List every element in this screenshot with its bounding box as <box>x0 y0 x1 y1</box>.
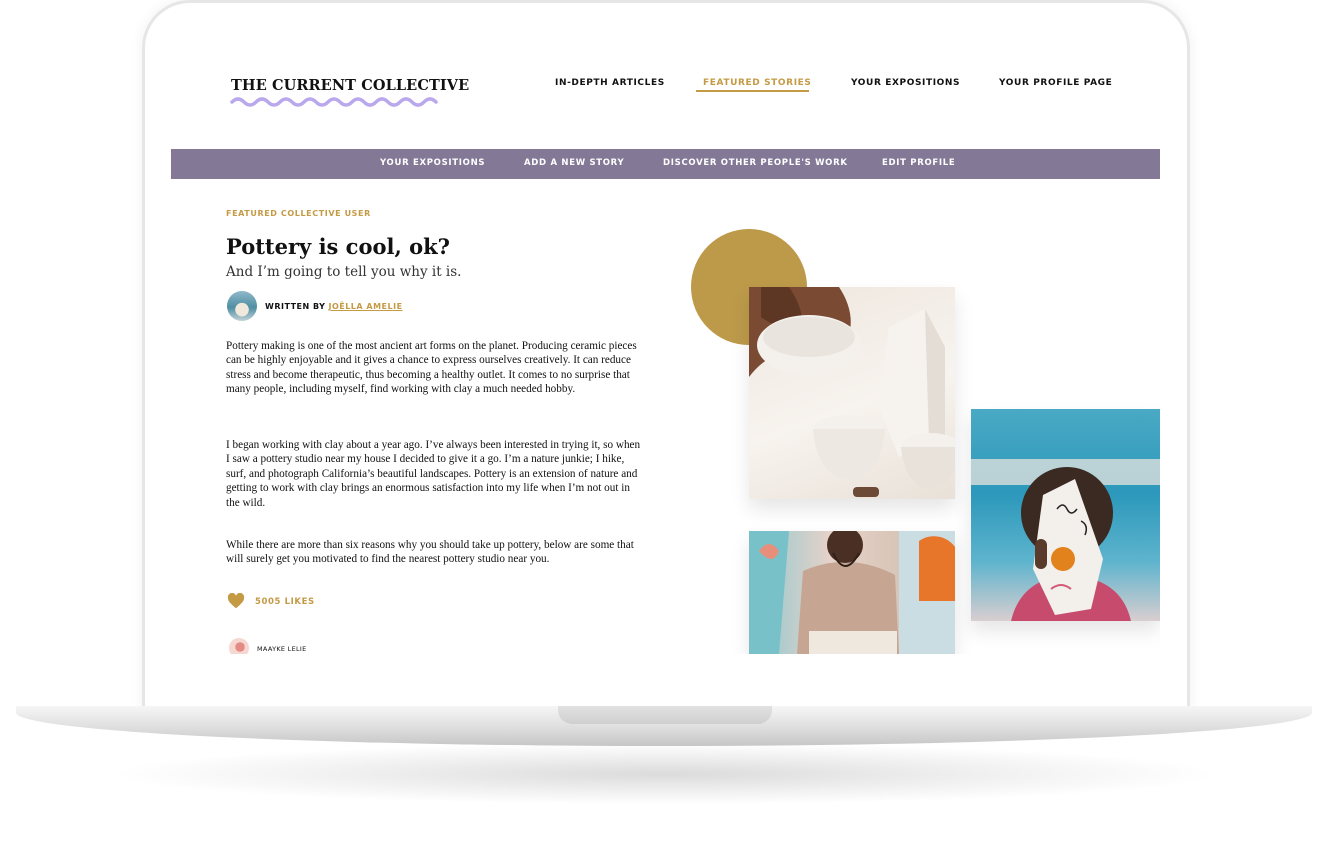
woman-with-vase-illustration <box>971 459 1160 621</box>
article-paragraph: I began working with clay about a year a… <box>226 439 641 509</box>
article-eyebrow: FEATURED COLLECTIVE USER <box>226 209 371 218</box>
subnav-your-expositions[interactable]: YOUR EXPOSITIONS <box>380 158 485 168</box>
nav-in-depth-articles[interactable]: IN-DEPTH ARTICLES <box>555 78 665 88</box>
author-name-link[interactable]: JOËLLA AMELIE <box>328 302 402 311</box>
comment-user-name[interactable]: MAAYKE LELIE <box>257 645 307 653</box>
subnav-edit-profile[interactable]: EDIT PROFILE <box>882 158 955 168</box>
screen: THE CURRENT COLLECTIVE IN-DEPTH ARTICLES… <box>171 40 1160 654</box>
photo-ceramic-bowls <box>749 287 955 499</box>
article-subtitle: And I’m going to tell you why it is. <box>226 264 462 280</box>
site-logo[interactable]: THE CURRENT COLLECTIVE <box>231 77 469 94</box>
laptop-shadow <box>120 744 1210 804</box>
subnav-discover-work[interactable]: DISCOVER OTHER PEOPLE'S WORK <box>663 158 848 168</box>
written-by-label: WRITTEN BY <box>265 302 326 311</box>
article-paragraph: Pottery making is one of the most ancien… <box>226 340 637 396</box>
author-byline: WRITTEN BY JOËLLA AMELIE <box>265 302 403 311</box>
nav-featured-stories[interactable]: FEATURED STORIES <box>703 78 811 88</box>
article-paragraph: While there are more than six reasons wh… <box>226 539 634 566</box>
heart-icon <box>227 593 245 609</box>
likes-count: 5005 LIKES <box>255 597 315 607</box>
photo-person-crafting <box>749 531 955 654</box>
nav-your-expositions[interactable]: YOUR EXPOSITIONS <box>851 78 960 88</box>
sub-nav: YOUR EXPOSITIONS ADD A NEW STORY DISCOVE… <box>171 149 1160 179</box>
photo-woman-with-vase <box>971 409 1160 621</box>
laptop-notch <box>558 706 772 724</box>
ceramic-bowls-illustration <box>749 287 955 497</box>
nav-your-profile-page[interactable]: YOUR PROFILE PAGE <box>999 78 1112 88</box>
comment-user-avatar[interactable] <box>229 638 249 654</box>
author-avatar[interactable] <box>227 291 257 321</box>
nav-active-underline <box>696 90 809 92</box>
article-title: Pottery is cool, ok? <box>226 234 450 259</box>
subnav-add-new-story[interactable]: ADD A NEW STORY <box>524 158 624 168</box>
crafting-illustration <box>749 531 955 654</box>
logo-wave-decoration <box>230 97 438 107</box>
